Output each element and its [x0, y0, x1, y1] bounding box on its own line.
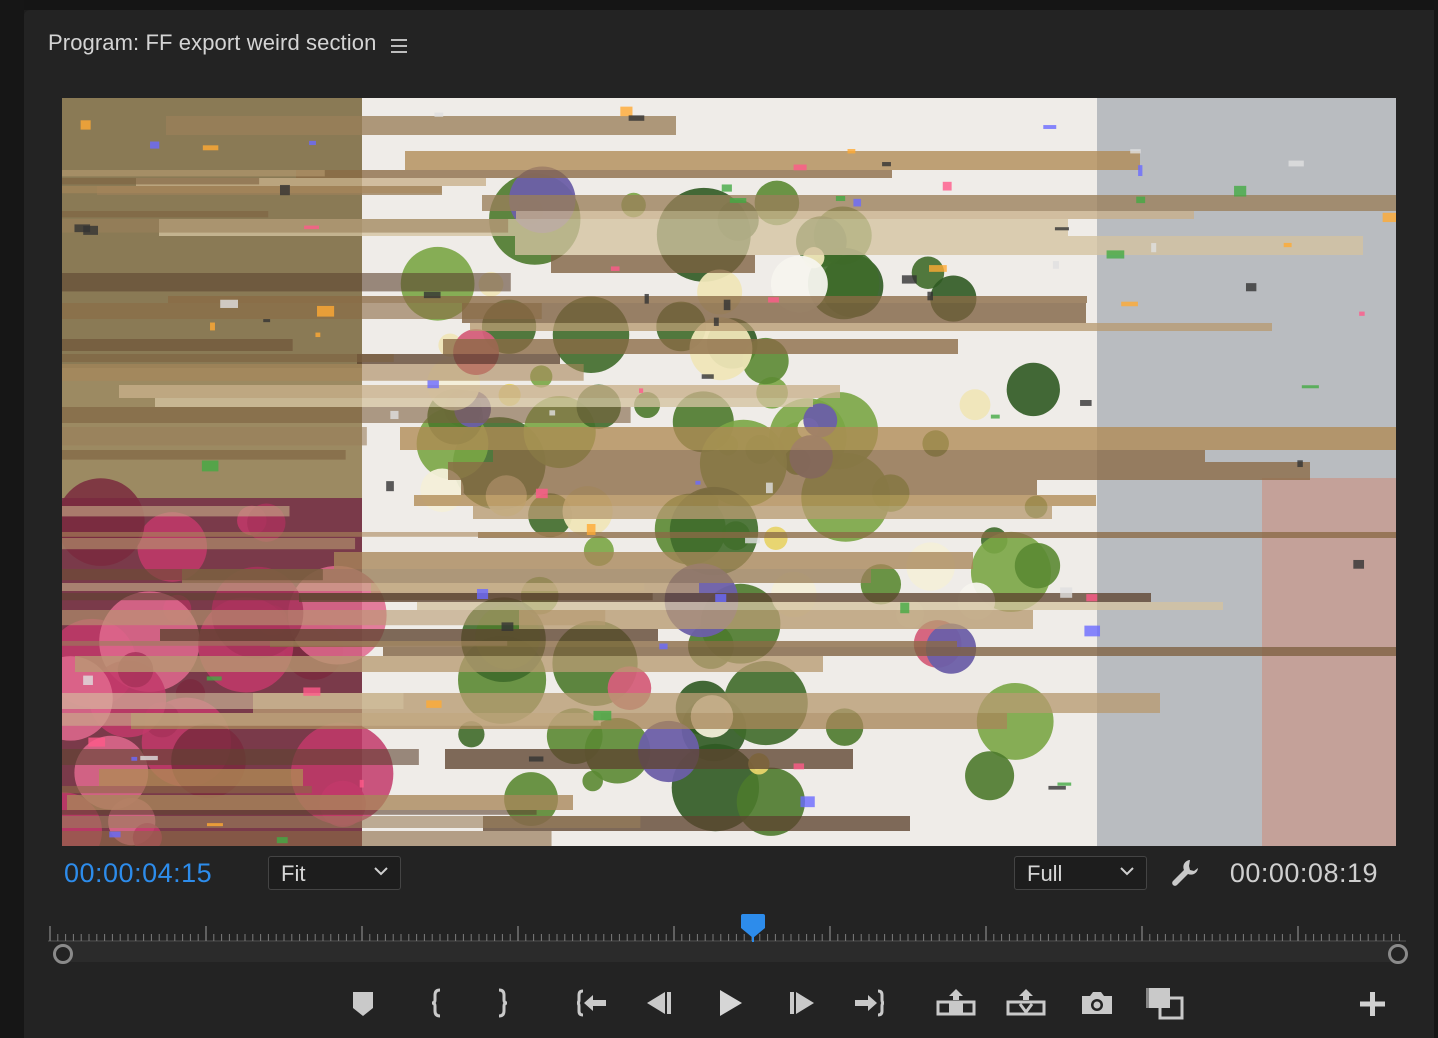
lift-icon: [936, 989, 976, 1016]
add-marker-button[interactable]: [345, 986, 381, 1020]
marker-icon: [353, 992, 373, 1016]
mark-out-button[interactable]: [483, 986, 519, 1020]
comparison-view-button[interactable]: [1144, 986, 1186, 1020]
zoom-level-value: Fit: [281, 861, 306, 886]
brace-left-icon: [431, 988, 441, 1018]
time-ruler[interactable]: [48, 914, 1406, 942]
program-monitor-panel: Program: FF export weird section 00:00:0…: [24, 10, 1434, 1038]
go-to-in-button[interactable]: [574, 986, 610, 1020]
left-gutter: [0, 0, 24, 1038]
chevron-down-icon: [374, 867, 388, 876]
panel-title: Program: FF export weird section: [48, 30, 377, 55]
lift-button[interactable]: [936, 986, 976, 1020]
chevron-down-icon: [1120, 867, 1134, 876]
duration-timecode: 00:00:08:19: [1229, 858, 1378, 888]
button-editor-button[interactable]: [1354, 986, 1390, 1020]
hamburger-menu-icon[interactable]: [391, 39, 407, 53]
zoom-scroll-bar[interactable]: [56, 942, 1401, 962]
step-forward-button[interactable]: [784, 986, 820, 1020]
export-frame-button[interactable]: [1079, 986, 1115, 1020]
go-to-out-icon: [855, 989, 885, 1017]
go-to-out-button[interactable]: [851, 986, 887, 1020]
extract-icon: [1006, 989, 1046, 1016]
step-forward-icon: [790, 992, 814, 1014]
step-back-icon: [647, 992, 671, 1014]
zoom-scroll-handle-right[interactable]: [1388, 944, 1408, 964]
camera-icon: [1082, 992, 1112, 1014]
go-to-in-icon: [576, 989, 606, 1017]
current-timecode[interactable]: 00:00:04:15: [64, 858, 212, 889]
playback-resolution-dropdown[interactable]: Full: [1014, 856, 1147, 890]
mark-in-button[interactable]: [420, 986, 456, 1020]
program-video-frame[interactable]: [62, 98, 1396, 846]
play-button[interactable]: [712, 986, 748, 1020]
video-glitch-canvas: [62, 98, 1396, 846]
play-icon: [720, 990, 742, 1016]
brace-right-icon: [498, 988, 508, 1018]
playback-resolution-value: Full: [1027, 861, 1063, 886]
comparison-icon: [1146, 988, 1184, 1020]
right-gutter: [1434, 0, 1438, 1038]
step-back-button[interactable]: [641, 986, 677, 1020]
top-strip: [0, 0, 1438, 10]
zoom-scroll-handle-left[interactable]: [53, 944, 73, 964]
plus-icon: [1360, 992, 1385, 1016]
zoom-level-dropdown[interactable]: Fit: [268, 856, 401, 890]
wrench-icon[interactable]: [1170, 858, 1200, 888]
playhead-marker[interactable]: [740, 914, 766, 942]
extract-button[interactable]: [1006, 986, 1046, 1020]
